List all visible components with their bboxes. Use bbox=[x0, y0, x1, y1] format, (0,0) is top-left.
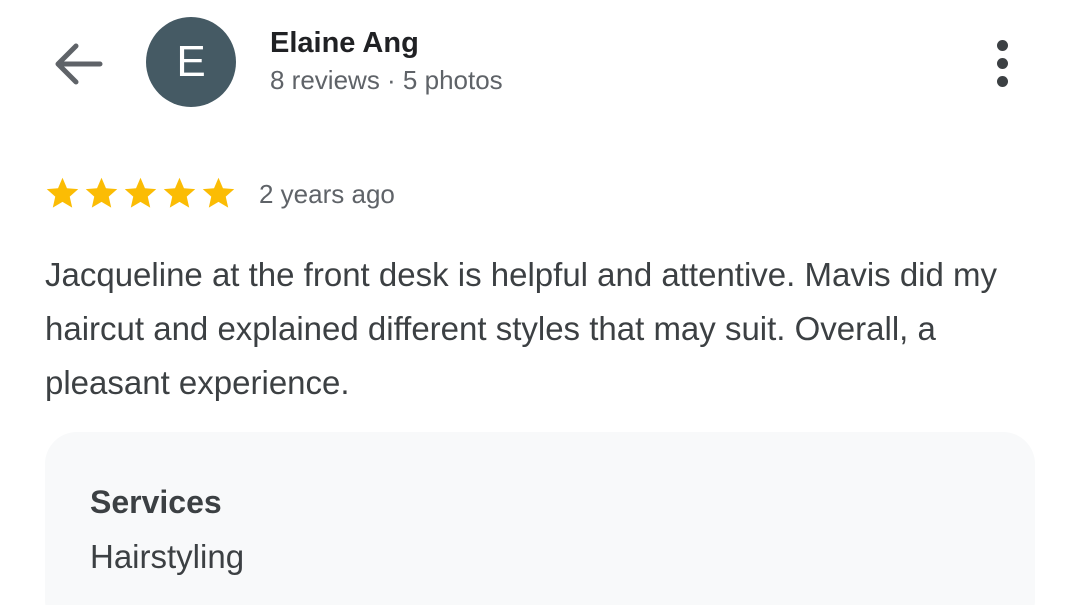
avatar[interactable]: E bbox=[146, 17, 236, 107]
star-icon bbox=[83, 175, 120, 212]
back-button[interactable] bbox=[44, 34, 112, 94]
reviewer-name[interactable]: Elaine Ang bbox=[270, 27, 419, 60]
star-rating bbox=[44, 175, 237, 212]
star-icon bbox=[200, 175, 237, 212]
review-date: 2 years ago bbox=[259, 179, 395, 209]
star-icon bbox=[122, 175, 159, 212]
more-options-button[interactable] bbox=[976, 32, 1028, 94]
star-icon bbox=[44, 175, 81, 212]
services-card: Services Hairstyling bbox=[45, 432, 1035, 605]
star-icon bbox=[161, 175, 198, 212]
services-value: Hairstyling bbox=[90, 538, 245, 575]
arrow-back-icon bbox=[55, 43, 103, 85]
reviewer-meta: 8 reviews · 5 photos bbox=[270, 65, 503, 95]
avatar-initial: E bbox=[176, 37, 206, 86]
more-dot bbox=[996, 75, 1008, 87]
services-title: Services bbox=[90, 484, 222, 520]
review-text: Jacqueline at the front desk is helpful … bbox=[45, 256, 998, 401]
more-dot bbox=[996, 57, 1008, 69]
more-dot bbox=[996, 39, 1008, 51]
review-detail-page: E Elaine Ang 8 reviews · 5 photos 2 year… bbox=[0, 0, 1080, 605]
more-vert-icon bbox=[996, 39, 1008, 87]
